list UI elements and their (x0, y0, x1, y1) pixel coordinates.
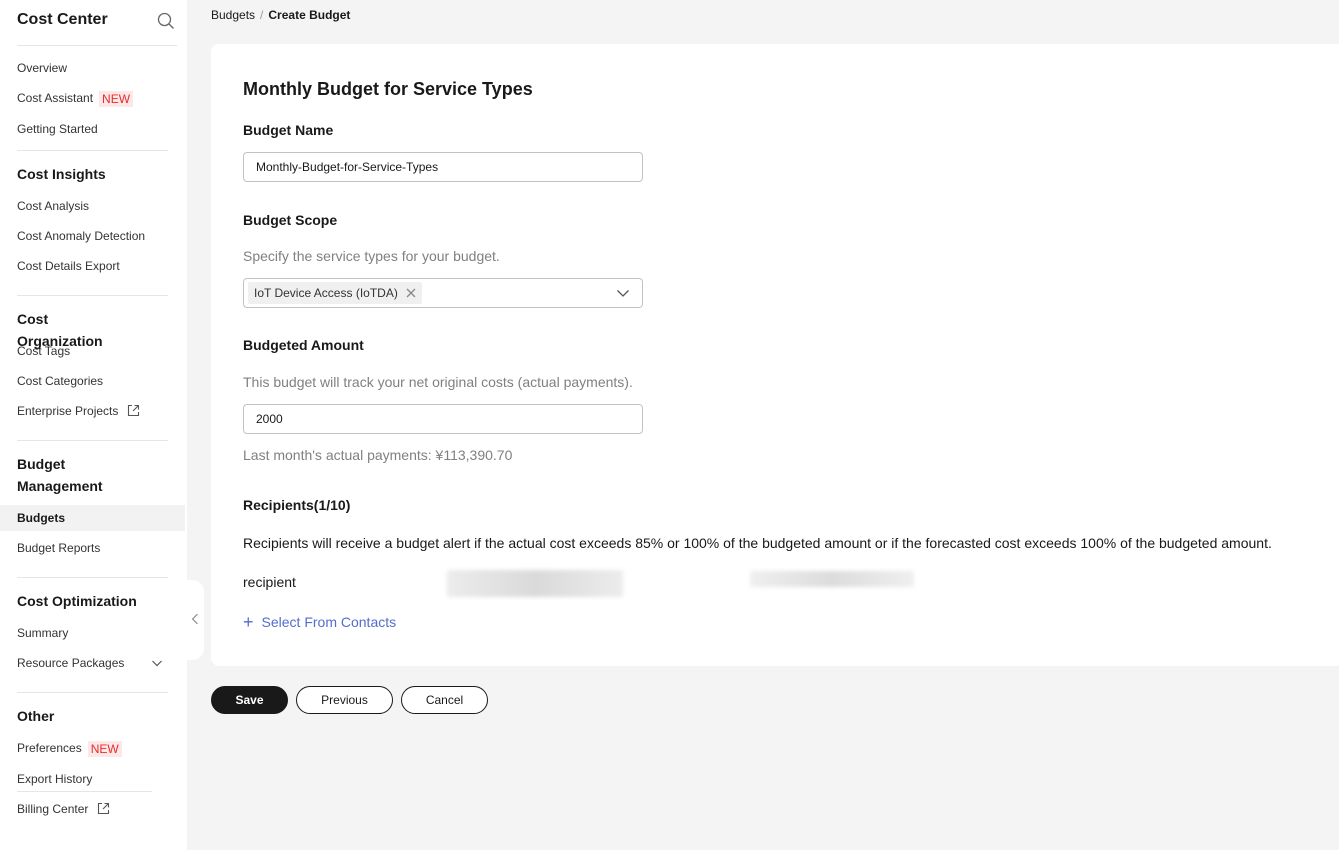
new-badge: NEW (87, 740, 122, 757)
create-budget-card: Monthly Budget for Service Types Budget … (211, 44, 1339, 666)
budgeted-amount-input[interactable] (243, 404, 643, 434)
budgeted-amount-label: Budgeted Amount (243, 337, 364, 353)
breadcrumb-current: Create Budget (268, 8, 351, 22)
recipients-description: Recipients will receive a budget alert i… (243, 535, 1272, 551)
sidebar-item-label: Preferences (17, 741, 82, 755)
sidebar-divider (17, 150, 168, 151)
breadcrumb-separator: / (260, 8, 264, 22)
save-button[interactable]: Save (211, 686, 288, 714)
service-type-select[interactable]: IoT Device Access (IoTDA) (243, 278, 643, 308)
sidebar-item-resource-packages[interactable]: Resource Packages (17, 655, 168, 671)
redacted-recipient-email (447, 570, 623, 597)
plus-icon: + (243, 612, 254, 632)
sidebar-group-other: Other (17, 708, 55, 724)
sidebar-group-cost-insights: Cost Insights (17, 166, 106, 182)
cancel-button[interactable]: Cancel (401, 686, 488, 714)
sidebar-item-preferences[interactable]: Preferences NEW (17, 740, 122, 757)
sidebar-collapse-toggle[interactable] (187, 580, 204, 660)
chevron-left-icon (191, 613, 198, 625)
sidebar-item-budget-reports[interactable]: Budget Reports (17, 540, 100, 556)
sidebar-header: Cost Center (17, 10, 177, 46)
sidebar-item-billing-center[interactable]: Billing Center (17, 801, 110, 817)
chevron-down-icon[interactable] (151, 657, 163, 669)
recipients-label: Recipients(1/10) (243, 497, 351, 513)
sidebar-item-label: Resource Packages (17, 656, 125, 670)
recipient-name: recipient (243, 574, 296, 590)
sidebar-divider (17, 577, 168, 578)
sidebar-item-cost-tags[interactable]: Cost Tags (17, 343, 70, 359)
sidebar-item-cost-analysis[interactable]: Cost Analysis (17, 198, 89, 214)
sidebar-group-budget-management: Budget Management (17, 456, 103, 494)
budgeted-amount-hint: This budget will track your net original… (243, 374, 633, 390)
redacted-recipient-phone (750, 571, 914, 587)
sidebar-item-cost-assistant[interactable]: Cost Assistant NEW (17, 90, 134, 107)
selected-service-tag: IoT Device Access (IoTDA) (248, 282, 422, 304)
selected-service-tag-label: IoT Device Access (IoTDA) (254, 286, 398, 300)
budget-scope-label: Budget Scope (243, 212, 338, 228)
select-from-contacts-link[interactable]: + Select From Contacts (243, 613, 396, 631)
sidebar-item-export-history[interactable]: Export History (17, 771, 92, 787)
sidebar-item-getting-started[interactable]: Getting Started (17, 121, 98, 137)
sidebar-item-cost-anomaly-detection[interactable]: Cost Anomaly Detection (17, 228, 145, 244)
sidebar-item-label: Cost Assistant (17, 91, 94, 105)
sidebar-group-cost-optimization: Cost Optimization (17, 593, 137, 609)
sidebar: Cost Center Overview Cost Assistant NEW G… (0, 0, 187, 850)
external-link-icon (127, 404, 139, 417)
external-link-icon (97, 802, 109, 815)
sidebar-title: Cost Center (17, 11, 108, 28)
new-badge: NEW (99, 90, 134, 107)
close-icon[interactable] (404, 286, 418, 300)
sidebar-item-cost-categories[interactable]: Cost Categories (17, 373, 103, 389)
select-from-contacts-label: Select From Contacts (261, 614, 397, 630)
page-title: Monthly Budget for Service Types (243, 79, 533, 99)
budget-name-label: Budget Name (243, 122, 334, 138)
previous-button[interactable]: Previous (296, 686, 393, 714)
sidebar-divider (17, 295, 168, 296)
sidebar-item-overview[interactable]: Overview (17, 60, 67, 76)
sidebar-divider (17, 440, 168, 441)
sidebar-item-summary[interactable]: Summary (17, 625, 68, 641)
sidebar-item-label: Enterprise Projects (17, 404, 119, 418)
sidebar-item-cost-details-export[interactable]: Cost Details Export (17, 258, 120, 274)
breadcrumb: Budgets / Create Budget (211, 8, 350, 22)
sidebar-divider (17, 791, 152, 792)
sidebar-item-budgets[interactable]: Budgets (0, 505, 185, 531)
sidebar-item-enterprise-projects[interactable]: Enterprise Projects (17, 403, 140, 419)
budget-scope-hint: Specify the service types for your budge… (243, 248, 500, 264)
last-month-payments: Last month's actual payments: ¥113,390.7… (243, 447, 513, 463)
chevron-down-icon[interactable] (616, 287, 630, 299)
breadcrumb-budgets-link[interactable]: Budgets (211, 8, 255, 22)
search-icon[interactable] (157, 12, 175, 30)
budget-name-input[interactable] (243, 152, 643, 182)
sidebar-divider (17, 692, 168, 693)
sidebar-item-label: Billing Center (17, 802, 89, 816)
